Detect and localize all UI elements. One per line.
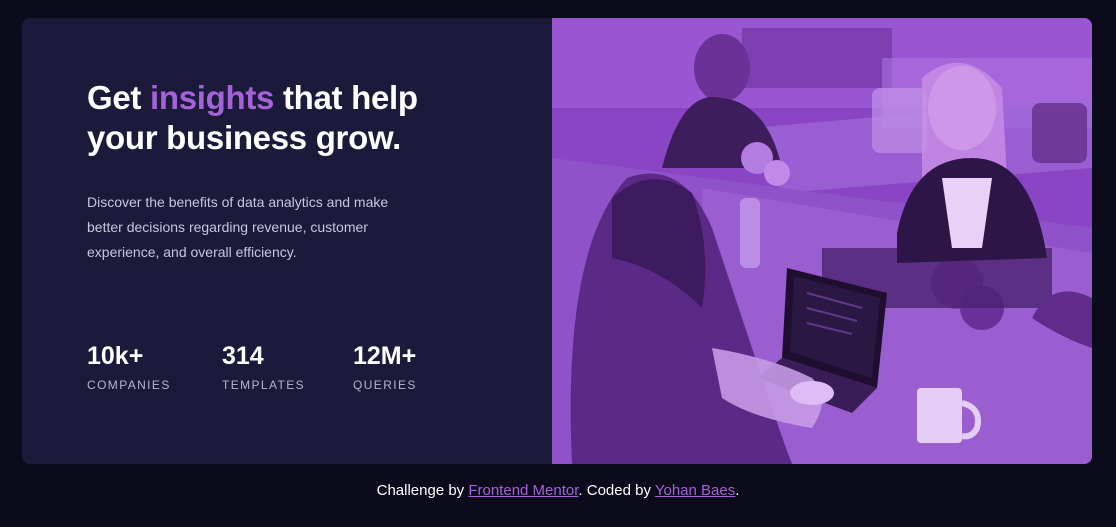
description: Discover the benefits of data analytics … — [87, 194, 389, 260]
card-content: Get insights that help your business gro… — [22, 18, 552, 464]
headline-accent: insights — [149, 79, 275, 116]
stat-templates: 314 Templates — [222, 340, 353, 392]
attribution-footer: Challenge by Frontend Mentor. Coded by Y… — [0, 482, 1116, 499]
frontend-mentor-link[interactable]: Frontend Mentor — [468, 482, 578, 499]
office-photo-illustration — [552, 18, 1092, 464]
stat-companies: 10k+ Companies — [87, 340, 222, 392]
stat-value: 12M+ — [353, 342, 417, 370]
author-link[interactable]: Yohan Baes — [655, 482, 735, 499]
stat-label: Templates — [222, 378, 306, 392]
attribution-suffix: . — [735, 482, 740, 499]
stat-label: Companies — [87, 378, 171, 392]
office-photo — [552, 18, 1092, 464]
stat-value: 10k+ — [87, 342, 144, 370]
stat-value: 314 — [222, 342, 264, 370]
stats-preview-card: Get insights that help your business gro… — [22, 18, 1092, 464]
attribution-prefix: Challenge by — [376, 482, 469, 499]
headline: Get insights that help your business gro… — [87, 78, 467, 158]
headline-start: Get — [87, 79, 150, 116]
stats-row: 10k+ Companies 314 Templates 12M+ Querie… — [87, 340, 453, 392]
stat-queries: 12M+ Queries — [353, 340, 453, 392]
stat-label: Queries — [353, 378, 417, 392]
attribution-middle: . Coded by — [578, 482, 655, 499]
